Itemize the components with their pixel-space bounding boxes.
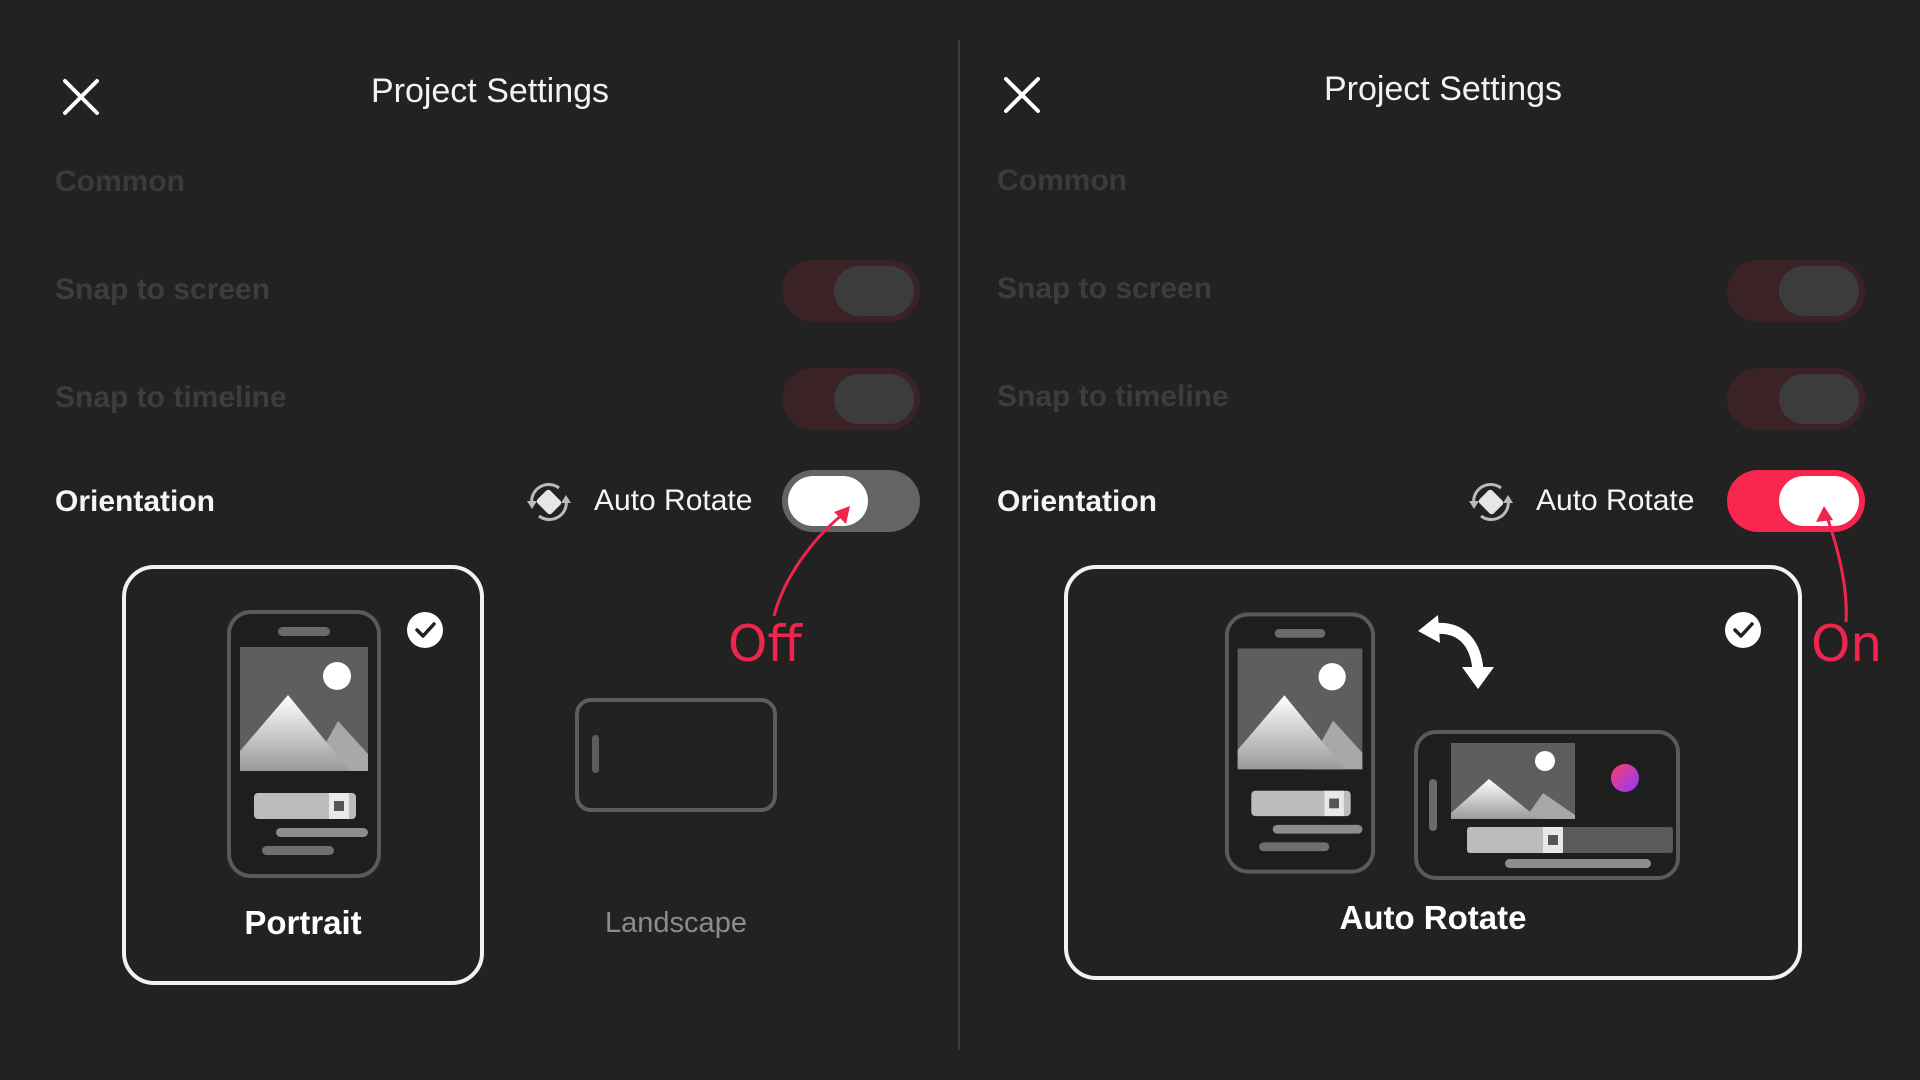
toggle-knob	[834, 266, 914, 316]
toggle-knob	[1779, 266, 1859, 316]
left-panel: Project Settings Common Snap to screen S…	[0, 0, 959, 1080]
panel-divider	[958, 40, 960, 1050]
snap-to-timeline-toggle[interactable]	[782, 368, 920, 430]
portrait-option-card[interactable]: Portrait	[122, 565, 484, 985]
snap-to-screen-toggle[interactable]	[782, 260, 920, 322]
snap-to-screen-label: Snap to screen	[55, 273, 271, 306]
orientation-label: Orientation	[997, 485, 1158, 518]
annotation-arrow	[1816, 506, 1848, 623]
auto-rotate-label: Auto Rotate	[594, 484, 753, 517]
page-title: Project Settings	[1323, 70, 1563, 108]
section-label-common: Common	[55, 165, 185, 198]
landscape-phone-icon[interactable]	[574, 697, 778, 813]
orientation-label: Orientation	[55, 485, 216, 518]
snap-to-timeline-label: Snap to timeline	[997, 380, 1229, 413]
auto-rotate-option-label: Auto Rotate	[1339, 899, 1527, 936]
toggle-knob	[1779, 374, 1859, 424]
snap-to-timeline-label: Snap to timeline	[55, 381, 287, 414]
auto-rotate-option-card[interactable]: Auto Rotate	[1064, 565, 1802, 980]
checkmark-icon	[407, 612, 443, 648]
checkmark-icon	[1725, 612, 1761, 648]
auto-rotate-icon	[1469, 483, 1513, 521]
portrait-phone-icon	[1224, 612, 1376, 874]
page-title: Project Settings	[370, 72, 610, 110]
landscape-phone-icon	[1414, 730, 1680, 880]
right-panel: Project Settings Common Snap to screen S…	[961, 0, 1920, 1080]
auto-rotate-label: Auto Rotate	[1536, 484, 1695, 517]
auto-rotate-icon	[527, 483, 571, 521]
section-label-common: Common	[997, 164, 1127, 197]
toggle-knob	[834, 374, 914, 424]
rotate-arrow-icon	[1418, 615, 1494, 689]
portrait-phone-icon	[227, 610, 381, 878]
annotation-off-label: Off	[728, 615, 802, 673]
snap-to-screen-toggle[interactable]	[1727, 260, 1865, 322]
portrait-option-label: Portrait	[244, 904, 362, 941]
snap-to-screen-label: Snap to screen	[997, 272, 1213, 305]
landscape-option-label[interactable]: Landscape	[566, 907, 786, 940]
annotation-on-label: On	[1811, 615, 1883, 673]
snap-to-timeline-toggle[interactable]	[1727, 368, 1865, 430]
annotation-arrow	[772, 506, 850, 617]
